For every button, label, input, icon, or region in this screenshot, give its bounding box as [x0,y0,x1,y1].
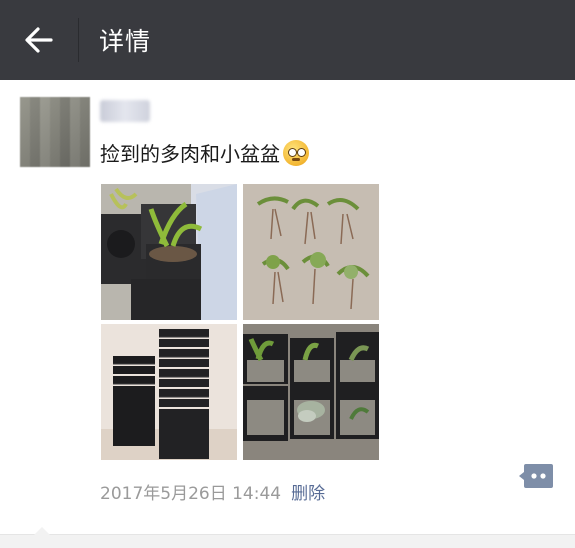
username-blurred[interactable] [100,100,150,122]
flushed-face-emoji [283,139,309,166]
back-button[interactable] [0,0,78,80]
potted-succulents-photo [243,324,379,460]
post-text-row: 捡到的多肉和小盆盆 [100,138,309,167]
page-title: 详情 [99,27,152,56]
post-text: 捡到的多肉和小盆盆 [100,142,280,166]
succulent-cuttings-on-floor-photo [243,184,379,320]
moment-detail-screen: 详情 捡到的多肉和小盆盆 2017年5月26日 14:44 删除 [0,0,575,548]
post-meta: 2017年5月26日 14:44 删除 [100,479,325,504]
comment-area-notch [34,527,50,535]
comment-area [0,535,575,548]
avatar[interactable] [20,97,90,167]
photo-2[interactable] [243,184,379,320]
photo-3[interactable] [101,324,237,460]
top-bar: 详情 [0,0,575,80]
timestamp: 2017年5月26日 14:44 [100,484,282,504]
photo-1[interactable] [101,184,237,320]
comment-button[interactable] [519,463,554,489]
photo-4[interactable] [243,324,379,460]
delete-button[interactable]: 删除 [291,479,325,504]
succulents-and-black-pots-photo [101,184,237,320]
header-divider [78,18,79,62]
comment-bubble-icon [519,464,553,488]
arrow-left-icon [25,27,53,53]
stacked-black-pots-photo [101,324,237,460]
